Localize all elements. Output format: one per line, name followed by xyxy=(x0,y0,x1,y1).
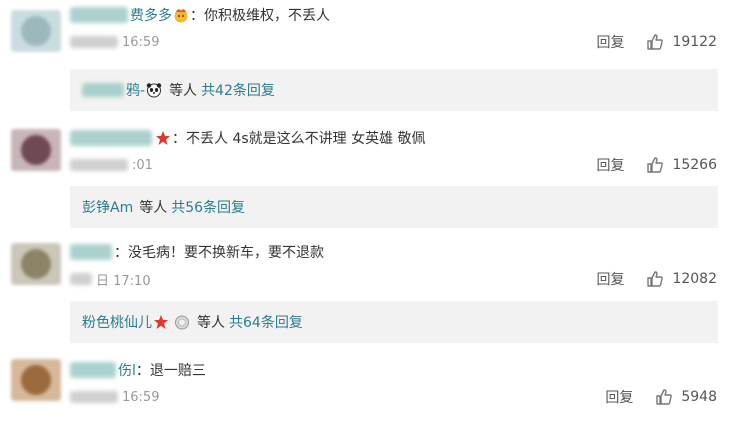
reply-button[interactable]: 回复 xyxy=(596,155,624,175)
comment-actions: 回复 5948 xyxy=(605,387,717,407)
like-count: 15266 xyxy=(672,157,717,173)
panda-icon xyxy=(146,82,162,98)
fire-face-icon xyxy=(173,7,189,23)
comment-time: 日 17:10 xyxy=(96,273,151,289)
comment-meta: 日 17:10 xyxy=(70,269,151,289)
like-button[interactable]: 15266 xyxy=(646,156,717,174)
comment-actions: 回复 19122 xyxy=(596,32,717,52)
reply-etc: 等人 xyxy=(197,315,225,331)
red-star-icon xyxy=(155,130,171,146)
comment-actions: 回复 15266 xyxy=(596,155,717,175)
blurred-username[interactable] xyxy=(70,244,112,260)
comment-time: :01 xyxy=(132,157,153,173)
like-button[interactable]: 19122 xyxy=(646,33,717,51)
comment-header: ：不丢人 4s就是这么不讲理 女英雄 敬佩 xyxy=(70,127,426,149)
thumb-up-icon xyxy=(647,271,664,287)
thumb-up-icon xyxy=(647,34,664,50)
reply-count-link[interactable]: 共42条回复 xyxy=(201,80,275,100)
reply-username[interactable]: 彭铮Am xyxy=(82,197,133,217)
username[interactable]: 伤l xyxy=(118,360,136,380)
comment-actions: 回复 12082 xyxy=(596,269,717,289)
blurred-username[interactable] xyxy=(82,83,124,97)
like-button[interactable]: 12082 xyxy=(646,270,717,288)
thumb-up-icon xyxy=(647,157,664,173)
blurred-date xyxy=(70,273,92,285)
comment-header: 伤l ：退一赔三 xyxy=(70,359,206,381)
like-count: 12082 xyxy=(672,271,717,287)
avatar[interactable] xyxy=(11,243,61,285)
blurred-username[interactable] xyxy=(70,362,116,378)
like-count: 5948 xyxy=(681,389,717,405)
reply-username[interactable]: 鸦- xyxy=(126,80,145,100)
like-count: 19122 xyxy=(672,34,717,50)
blurred-date xyxy=(70,391,118,403)
comment-header: ：没毛病！要不换新车，要不退款 xyxy=(70,241,324,263)
comment-time: 16:59 xyxy=(122,389,160,405)
comment-text: ：你积极维权，不丢人 xyxy=(190,8,330,24)
reply-count-link[interactable]: 共64条回复 xyxy=(229,312,303,332)
reply-button[interactable]: 回复 xyxy=(596,32,624,52)
reply-preview[interactable]: 粉色桃仙儿 等人 共64条回复 xyxy=(70,301,718,343)
blurred-username[interactable] xyxy=(70,130,152,146)
silver-medal-icon xyxy=(174,314,190,330)
reply-button[interactable]: 回复 xyxy=(605,387,633,407)
avatar[interactable] xyxy=(11,359,61,401)
blurred-date xyxy=(70,36,118,48)
avatar[interactable] xyxy=(11,129,61,171)
red-star-icon xyxy=(153,314,169,330)
comment-header: 费多多 ：你积极维权，不丢人 xyxy=(70,4,330,26)
reply-username[interactable]: 粉色桃仙儿 xyxy=(82,312,152,332)
comment-text: ：没毛病！要不换新车，要不退款 xyxy=(114,245,324,261)
comment-meta: 16:59 xyxy=(70,387,159,407)
blurred-username[interactable] xyxy=(70,7,128,23)
username[interactable]: 费多多 xyxy=(130,5,172,25)
comment-time: 16:59 xyxy=(122,34,160,50)
reply-count-link[interactable]: 共56条回复 xyxy=(171,197,245,217)
reply-preview[interactable]: 鸦- 等人 共42条回复 xyxy=(70,69,718,111)
reply-button[interactable]: 回复 xyxy=(596,269,624,289)
reply-etc: 等人 xyxy=(169,83,198,99)
comment-meta: 16:59 xyxy=(70,32,159,52)
avatar[interactable] xyxy=(11,10,61,52)
thumb-up-icon xyxy=(656,389,673,405)
comment-text: ：退一赔三 xyxy=(135,363,206,379)
like-button[interactable]: 5948 xyxy=(655,388,717,406)
reply-etc: 等人 xyxy=(139,200,168,216)
reply-preview[interactable]: 彭铮Am 等人 共56条回复 xyxy=(70,186,718,228)
comment-text: ：不丢人 4s就是这么不讲理 女英雄 敬佩 xyxy=(172,131,426,147)
blurred-date xyxy=(70,159,128,171)
comment-meta: :01 xyxy=(70,155,153,175)
